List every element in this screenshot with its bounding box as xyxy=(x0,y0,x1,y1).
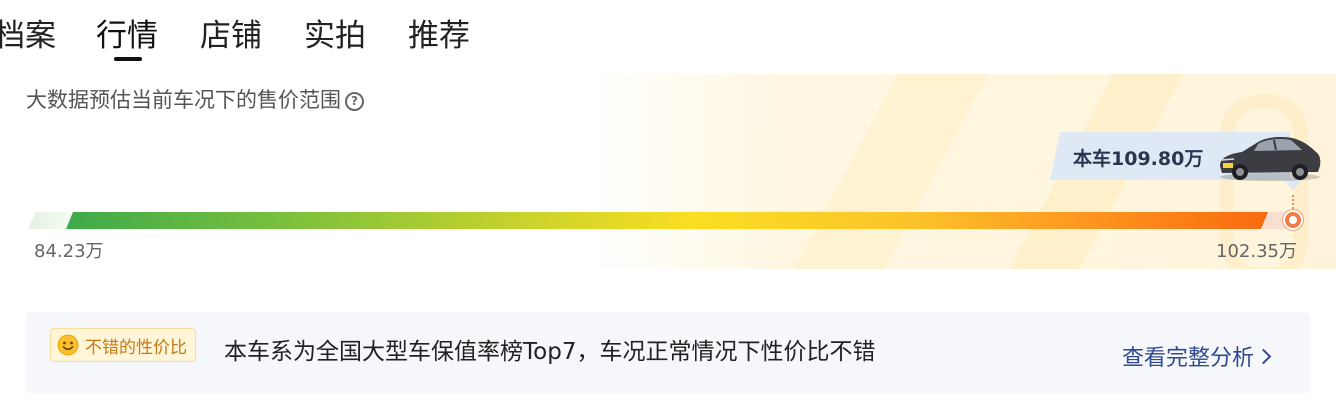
tab-photos[interactable]: 实拍 xyxy=(304,14,366,58)
current-price-marker xyxy=(1283,210,1303,230)
price-range-subtitle: 大数据预估当前车况下的售价范围? xyxy=(26,84,364,114)
price-range-bar xyxy=(66,212,1268,229)
value-analysis-row: 不错的性价比 本车系为全国大型车保值率榜Top7，车况正常情况下性价比不错 查看… xyxy=(26,312,1310,394)
tab-market[interactable]: 行情 xyxy=(96,14,158,58)
value-badge: 不错的性价比 xyxy=(50,328,196,362)
view-full-analysis-link[interactable]: 查看完整分析 xyxy=(1122,340,1272,372)
price-range-panel: 大数据预估当前车况下的售价范围? 本车109.80万 84.23万 102.35… xyxy=(0,70,1336,300)
min-price-label: 84.23万 xyxy=(34,241,104,262)
view-full-analysis-label: 查看完整分析 xyxy=(1122,346,1255,371)
tab-bar: 档案 行情 店铺 实拍 推荐 xyxy=(0,0,1336,70)
tab-recommend[interactable]: 推荐 xyxy=(408,14,470,58)
subtitle-text: 大数据预估当前车况下的售价范围 xyxy=(26,88,341,112)
value-description: 本车系为全国大型车保值率榜Top7，车况正常情况下性价比不错 xyxy=(224,339,876,365)
smile-icon xyxy=(57,334,79,356)
current-price-label: 本车109.80万 xyxy=(1073,148,1204,170)
value-badge-label: 不错的性价比 xyxy=(85,337,187,358)
tab-store[interactable]: 店铺 xyxy=(200,14,262,58)
question-circle-icon[interactable]: ? xyxy=(345,92,364,111)
active-tab-indicator xyxy=(114,57,142,61)
chevron-right-icon xyxy=(1255,348,1272,365)
max-price-label: 102.35万 xyxy=(1216,241,1297,262)
tab-archive[interactable]: 档案 xyxy=(0,14,56,58)
car-photo xyxy=(1220,137,1321,181)
